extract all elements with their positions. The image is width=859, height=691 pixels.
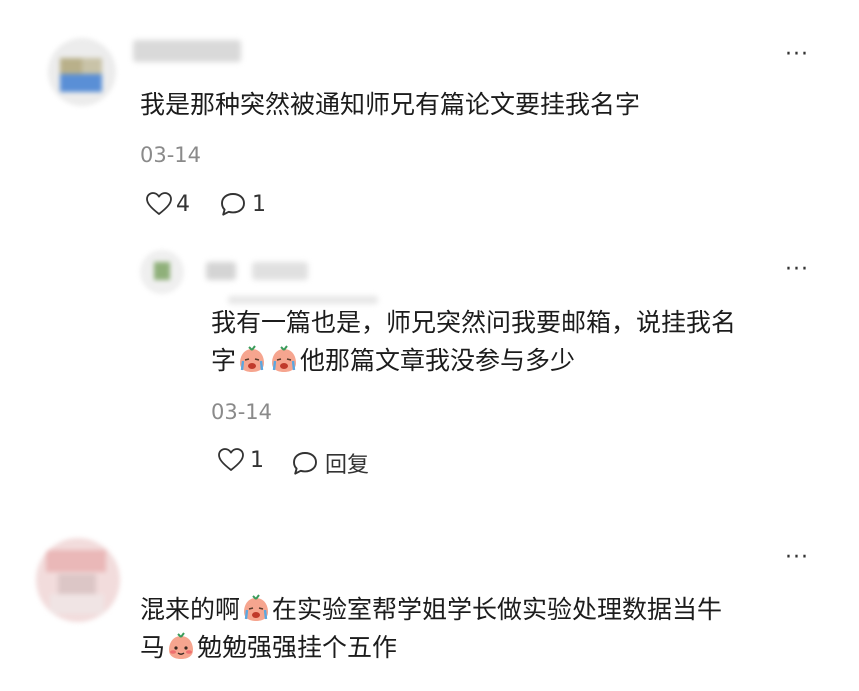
crying-face-emoji (237, 344, 267, 385)
like-count: 4 (176, 191, 190, 217)
reply-count: 1 (252, 191, 266, 217)
crying-face-emoji (241, 593, 271, 634)
avatar[interactable] (36, 538, 120, 622)
avatar[interactable] (48, 38, 116, 106)
comment-text: 我是那种突然被通知师兄有篇论文要挂我名字 (140, 90, 641, 119)
reply-text-part2: 他那篇文章我没参与多少 (300, 346, 576, 375)
reply-label: 回复 (325, 453, 370, 478)
comment-text-line2: 马 勉勉强强挂个五作 (140, 629, 397, 672)
username[interactable] (133, 40, 241, 62)
reply-text-line1: 我有一篇也是，师兄突然问我要邮箱，说挂我名 (211, 308, 737, 337)
reply-text-line2: 字 他那篇文章我没参与多少 (211, 342, 575, 385)
like-button[interactable]: 1 (217, 447, 264, 473)
like-count: 1 (250, 447, 264, 473)
shy-face-emoji (166, 631, 196, 672)
quoted-reference (228, 296, 378, 304)
speech-bubble-icon (293, 452, 317, 475)
crying-face-emoji (269, 344, 299, 385)
more-dots-icon[interactable]: ··· (785, 545, 809, 570)
comment-text-part1: 混来的啊 (140, 595, 241, 624)
username[interactable] (206, 262, 236, 280)
speech-bubble-icon (221, 193, 245, 216)
reply-date: 03-14 (211, 400, 273, 424)
more-dots-icon[interactable]: ··· (785, 257, 809, 282)
avatar[interactable] (140, 250, 184, 294)
comment-button[interactable]: 1 (219, 191, 266, 217)
heart-outline-icon (218, 448, 244, 471)
reply-button[interactable]: 回复 (291, 447, 369, 479)
like-button[interactable]: 4 (145, 191, 190, 217)
comment-text-part4: 勉勉强强挂个五作 (197, 633, 398, 662)
heart-outline-icon (146, 192, 172, 215)
comment-date: 03-14 (140, 143, 202, 167)
comment-text-line1: 混来的啊 在实验室帮学姐学长做实验处理数据当牛 (140, 591, 722, 634)
comment-text-part2: 在实验室帮学姐学长做实验处理数据当牛 (272, 595, 723, 624)
more-dots-icon[interactable]: ··· (785, 42, 809, 67)
username-tag (252, 262, 308, 280)
comment-text-part3: 马 (140, 633, 166, 662)
reply-text-part1: 字 (211, 346, 237, 375)
